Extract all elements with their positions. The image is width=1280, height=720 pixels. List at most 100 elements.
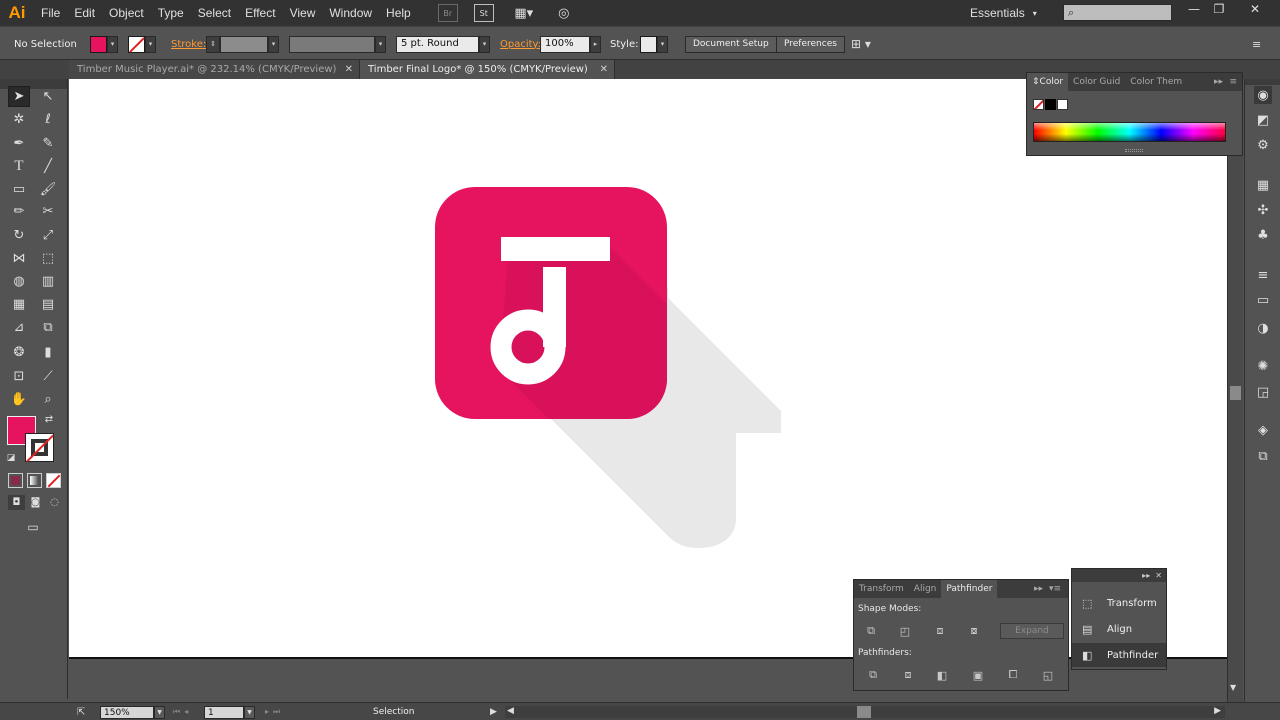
arrange-icon[interactable]: ⊞ ▾ xyxy=(851,27,871,61)
selection-tool-icon[interactable]: ➤ xyxy=(8,86,30,107)
tab-color-themes[interactable]: Color Them xyxy=(1125,73,1187,91)
arrange-documents-icon[interactable]: ▦▾ xyxy=(510,4,538,22)
stroke-color-swatch[interactable] xyxy=(128,35,145,53)
first-artboard-icon[interactable]: ⏮◂ xyxy=(173,703,192,720)
hand-tool-icon[interactable]: ✋ xyxy=(8,389,30,410)
layers-panel-icon[interactable]: ◈ xyxy=(1254,421,1272,439)
shape-builder-tool-icon[interactable]: ◍ xyxy=(8,271,30,292)
symbols-panel-icon[interactable]: ♣ xyxy=(1254,226,1272,244)
vertical-scrollbar[interactable]: ▼ xyxy=(1227,79,1243,702)
minus-back-icon[interactable]: ◱ xyxy=(1041,668,1055,682)
pencil-tool-icon[interactable]: ✏ xyxy=(8,201,30,222)
color-mode-icon[interactable] xyxy=(8,473,23,488)
zoom-tool-icon[interactable]: ⌕ xyxy=(37,389,59,410)
slice-tool-icon[interactable]: ⟋ xyxy=(37,366,59,387)
menu-file[interactable]: File xyxy=(34,0,67,26)
panel-button-transform[interactable]: ⬚ Transform xyxy=(1072,591,1166,615)
color-panel-icon[interactable]: ◉ xyxy=(1254,86,1272,104)
panel-button-align[interactable]: ▤ Align xyxy=(1072,617,1166,641)
profile-dropdown[interactable]: ▾ xyxy=(375,35,386,53)
panel-button-pathfinder[interactable]: ◧ Pathfinder xyxy=(1072,643,1166,667)
draw-normal-icon[interactable]: ◘ xyxy=(8,495,25,510)
horizontal-scrollbar-thumb[interactable] xyxy=(857,706,871,718)
document-setup-button[interactable]: Document Setup xyxy=(685,35,777,53)
swatches-panel-icon[interactable]: ▦ xyxy=(1254,176,1272,194)
transparency-panel-icon[interactable]: ◑ xyxy=(1254,319,1272,337)
pen-tool-icon[interactable]: ✒ xyxy=(8,133,30,154)
search-input[interactable]: ⌕ xyxy=(1063,4,1172,21)
restore-button[interactable]: ❐ xyxy=(1208,0,1230,18)
draw-inside-icon[interactable]: ◌ xyxy=(46,495,63,510)
lasso-tool-icon[interactable]: ℓ xyxy=(37,109,59,130)
mesh-tool-icon[interactable]: ▦ xyxy=(8,294,30,315)
minus-front-icon[interactable]: ◰ xyxy=(898,624,912,638)
gradient-panel-icon[interactable]: ▭ xyxy=(1254,291,1272,309)
merge-icon[interactable]: ◧ xyxy=(935,668,949,682)
fill-color-swatch[interactable] xyxy=(90,35,107,53)
color-themes-panel-icon[interactable]: ⚙ xyxy=(1254,136,1272,154)
opacity-dropdown[interactable]: ▸ xyxy=(590,35,601,53)
trim-icon[interactable]: ⧈ xyxy=(901,668,915,682)
dock-header[interactable] xyxy=(1245,79,1280,85)
stroke-weight-stepper[interactable]: ⇕ xyxy=(206,35,220,53)
menu-edit[interactable]: Edit xyxy=(67,0,102,26)
scale-tool-icon[interactable]: ⤢ xyxy=(37,225,59,246)
brushes-panel-icon[interactable]: ✣ xyxy=(1254,201,1272,219)
menu-object[interactable]: Object xyxy=(102,0,151,26)
screen-mode-icon[interactable]: ▭ xyxy=(22,519,44,535)
color-guide-panel-icon[interactable]: ◩ xyxy=(1254,111,1272,129)
stroke-color-indicator[interactable] xyxy=(25,433,54,463)
opacity-label[interactable]: Opacity: xyxy=(500,39,541,50)
free-transform-tool-icon[interactable]: ⬚ xyxy=(37,248,59,269)
artboard-tool-icon[interactable]: ⊡ xyxy=(8,366,30,387)
blend-tool-icon[interactable]: ⧉ xyxy=(37,317,59,338)
graphic-styles-panel-icon[interactable]: ◲ xyxy=(1254,383,1272,401)
resize-grip[interactable] xyxy=(1125,149,1143,152)
close-button[interactable]: ✕ xyxy=(1244,0,1266,18)
zoom-level-field[interactable]: 150% xyxy=(100,705,154,719)
workspace-switcher[interactable]: Essentials ▾ xyxy=(970,0,1037,26)
draw-behind-icon[interactable]: ◙ xyxy=(27,495,44,510)
preferences-button[interactable]: Preferences xyxy=(776,35,845,53)
stock-icon[interactable]: St xyxy=(473,4,494,22)
style-dropdown[interactable]: ▾ xyxy=(657,35,668,53)
none-mode-icon[interactable] xyxy=(46,473,61,488)
tab-color-guide[interactable]: Color Guid xyxy=(1068,73,1125,91)
menu-view[interactable]: View xyxy=(283,0,323,26)
status-menu-arrow-icon[interactable]: ▶ xyxy=(490,703,497,720)
scrollbar-thumb[interactable] xyxy=(1230,386,1241,400)
artboard-canvas[interactable] xyxy=(69,79,1227,659)
stroke-label[interactable]: Stroke: xyxy=(171,39,206,50)
scroll-down-icon[interactable]: ▼ xyxy=(1230,683,1236,692)
paintbrush-tool-icon[interactable]: 🖌 xyxy=(37,179,59,200)
panel-menu-icon[interactable]: ▾≡ xyxy=(1044,580,1066,598)
unite-icon[interactable]: ⧉ xyxy=(864,624,878,638)
gpu-performance-icon[interactable]: ◎ xyxy=(554,4,574,22)
opacity-field[interactable]: 100% xyxy=(540,35,590,53)
crop-icon[interactable]: ▣ xyxy=(971,668,985,682)
menu-select[interactable]: Select xyxy=(191,0,238,26)
color-spectrum-bar[interactable] xyxy=(1033,122,1226,142)
menu-effect[interactable]: Effect xyxy=(238,0,282,26)
stroke-dropdown-button[interactable]: ▾ xyxy=(145,35,156,53)
artboards-panel-icon[interactable]: ⧉ xyxy=(1254,447,1272,465)
horizontal-scrollbar[interactable]: ◀ ▶ xyxy=(505,706,1225,718)
close-icon[interactable]: ✕ xyxy=(600,60,608,79)
menu-window[interactable]: Window xyxy=(322,0,379,26)
outline-icon[interactable]: ⧠ xyxy=(1006,668,1020,682)
default-colors-icon[interactable]: ◪ xyxy=(4,451,18,465)
curvature-tool-icon[interactable]: ✎ xyxy=(37,133,59,154)
expand-button[interactable]: Expand xyxy=(1000,623,1064,639)
close-icon[interactable]: ✕ xyxy=(345,60,353,79)
column-graph-tool-icon[interactable]: ▮ xyxy=(37,342,59,363)
collapsed-panel-header[interactable]: ▸▸ ✕ xyxy=(1072,569,1166,582)
fill-dropdown-button[interactable]: ▾ xyxy=(107,35,118,53)
swap-fill-stroke-icon[interactable]: ⇄ xyxy=(42,412,56,426)
stroke-weight-field[interactable] xyxy=(220,35,268,53)
bridge-icon[interactable]: Br xyxy=(437,4,458,22)
rotate-tool-icon[interactable]: ↻ xyxy=(8,225,30,246)
artboard-navigate-icon[interactable]: ⇱ xyxy=(77,703,85,720)
none-swatch[interactable] xyxy=(1033,99,1044,110)
menu-help[interactable]: Help xyxy=(379,0,418,26)
exclude-icon[interactable]: ⧇ xyxy=(967,624,981,638)
